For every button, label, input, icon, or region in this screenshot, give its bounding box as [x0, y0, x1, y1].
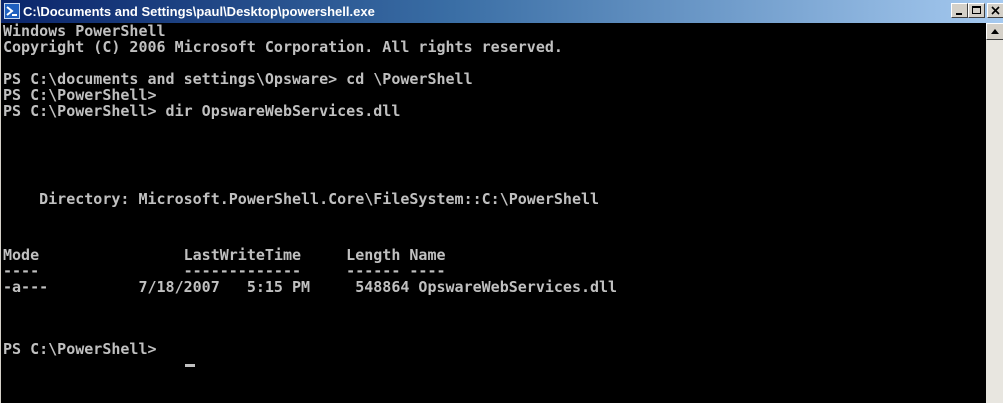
maximize-icon [972, 6, 981, 14]
minimize-icon [956, 13, 962, 15]
vertical-scrollbar[interactable] [986, 23, 1003, 403]
console-output[interactable]: Windows PowerShell Copyright (C) 2006 Mi… [1, 23, 986, 403]
console-line: Directory: Microsoft.PowerShell.Core\Fil… [3, 190, 600, 208]
console-line: Mode LastWriteTime Length Name [3, 246, 446, 264]
console-line: -a--- 7/18/2007 5:15 PM 548864 OpswareWe… [3, 278, 618, 296]
close-icon [991, 6, 1000, 15]
console-line: ---- ------------- ------ ---- [3, 262, 446, 280]
console-line: Copyright (C) 2006 Microsoft Corporation… [3, 38, 563, 56]
console-window: C:\Documents and Settings\paul\Desktop\p… [0, 0, 1003, 403]
console-line: PS C:\documents and settings\Opsware> cd… [3, 70, 473, 88]
minimize-button[interactable] [951, 3, 968, 18]
maximize-button[interactable] [968, 3, 985, 18]
console-line: PS C:\PowerShell> dir OpswareWebServices… [3, 102, 401, 120]
console-prompt: PS C:\PowerShell> [3, 340, 166, 358]
close-button[interactable] [987, 3, 1003, 18]
text-cursor [185, 364, 195, 367]
caption-buttons [951, 3, 1003, 20]
up-arrow-icon [991, 29, 999, 34]
powershell-icon[interactable] [4, 3, 20, 19]
title-bar[interactable]: C:\Documents and Settings\paul\Desktop\p… [1, 0, 1003, 23]
scroll-track[interactable] [986, 40, 1003, 403]
console-line: PS C:\PowerShell> [3, 86, 157, 104]
scroll-up-button[interactable] [986, 23, 1003, 40]
window-title: C:\Documents and Settings\paul\Desktop\p… [23, 4, 375, 19]
console-line: Windows PowerShell [3, 23, 166, 40]
